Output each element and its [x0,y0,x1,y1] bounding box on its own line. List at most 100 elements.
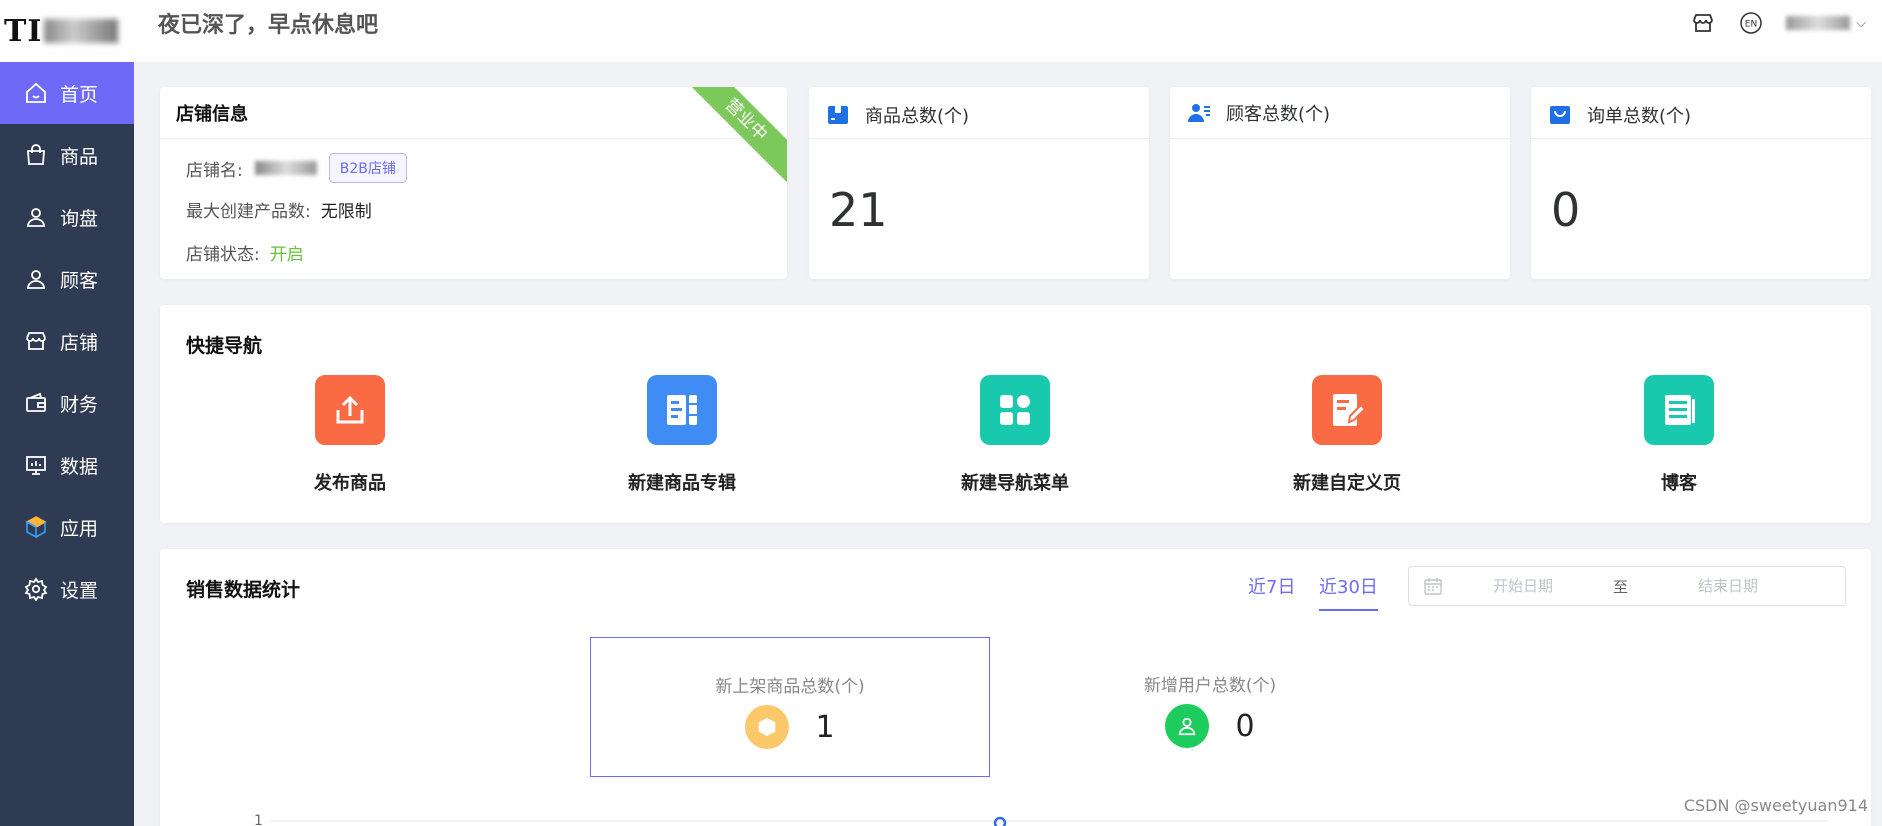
logo[interactable]: TI [0,0,134,62]
max-products-label: 最大创建产品数: [186,202,311,222]
grid-menu-icon [980,375,1050,445]
customers-total-card: 顾客总数(个) [1170,87,1510,279]
upload-icon [315,375,385,445]
store-icon[interactable] [1690,10,1716,36]
card-title: 商品总数(个) [865,105,970,127]
new-custom-page-button[interactable]: 新建自定义页 [1247,375,1447,495]
product-box-icon [825,102,851,128]
new-collection-button[interactable]: 新建商品专辑 [582,375,782,495]
max-products-row: 最大创建产品数: 无限制 [160,197,787,222]
sidebar-item-label: 询盘 [60,207,99,230]
inquiries-total-value: 0 [1551,183,1581,237]
sidebar-item-settings[interactable]: 设置 [0,558,134,620]
sidebar-item-label: 设置 [60,579,99,602]
sidebar-item-store[interactable]: 店铺 [0,310,134,372]
stat-value: 1 [815,709,835,745]
shopping-bag-icon [1547,102,1573,128]
sidebar-item-apps[interactable]: 应用 [0,496,134,558]
sidebar-item-label: 数据 [60,455,99,478]
store-name-row: 店铺名: B2B店铺 [160,153,787,183]
tab-last-7-days[interactable]: 近7日 [1248,573,1295,609]
new-nav-menu-button[interactable]: 新建导航菜单 [915,375,1115,495]
store-name-label: 店铺名: [186,160,243,181]
top-header: 夜已深了，早点休息吧 EN ⌵ [134,0,1882,62]
sidebar-item-products[interactable]: 商品 [0,124,134,186]
range-separator: 至 [1613,577,1629,596]
store-info-card: 店铺信息 营业中 店铺名: B2B店铺 最大创建产品数: 无限制 店铺状态: 开… [160,87,787,279]
store-icon [24,329,48,353]
box-icon [24,515,48,539]
blog-button[interactable]: 博客 [1579,375,1779,495]
sidebar-item-inquiry[interactable]: 询盘 [0,186,134,248]
wallet-icon [24,391,48,415]
store-type-badge: B2B店铺 [328,153,407,183]
store-status-label: 店铺状态: [186,245,260,265]
products-total-value: 21 [829,183,888,237]
watermark: CSDN @sweetyuan914 [1683,796,1868,815]
sidebar-item-label: 顾客 [60,269,99,292]
sidebar-item-label: 商品 [60,145,99,168]
date-range-picker[interactable]: 至 [1408,566,1846,606]
shopping-bag-icon [24,143,48,167]
sidebar-item-customers[interactable]: 顾客 [0,248,134,310]
blog-icon [1644,375,1714,445]
max-products-value: 无限制 [320,202,372,222]
stat-row: 1 [591,705,989,749]
data-point[interactable] [993,816,1007,826]
sidebar-item-label: 店铺 [60,331,99,354]
header-actions: EN ⌵ [1690,10,1866,36]
chevron-down-icon: ⌵ [1856,15,1866,31]
card-header: 商品总数(个) [809,87,1149,139]
section-title: 销售数据统计 [186,579,301,601]
store-status-value: 开启 [269,245,304,265]
inquiries-total-card: 询单总数(个) 0 [1531,87,1871,279]
stat-label: 新增用户总数(个) [1143,676,1277,696]
new-users-stat[interactable]: 新增用户总数(个) 0 [1010,637,1410,777]
customers-icon [1186,100,1212,126]
sidebar-item-finance[interactable]: 财务 [0,372,134,434]
quick-nav-label: 博客 [1661,473,1697,494]
card-title: 顾客总数(个) [1226,103,1331,125]
user-icon [1165,704,1210,748]
collection-icon [647,375,717,445]
card-title: 店铺信息 [160,87,787,139]
stat-value: 0 [1235,708,1255,744]
sales-stats-card: 销售数据统计 近7日 近30日 至 新上架商品总数(个) 1 新增用户总数(个)… [160,549,1871,826]
quick-nav-card: 快捷导航 发布商品 新建商品专辑 新建导航菜单 新建自定义页 博客 [160,305,1871,523]
cube-icon [745,705,790,749]
section-title: 快捷导航 [186,335,263,357]
new-products-stat[interactable]: 新上架商品总数(个) 1 [590,637,990,777]
sales-chart-axis: 1 [254,813,1828,826]
user-icon [24,267,48,291]
start-date-input[interactable] [1443,577,1603,595]
user-icon [24,205,48,229]
store-name-redacted [254,161,317,175]
card-title: 询单总数(个) [1587,105,1692,127]
logo-redacted [44,19,119,43]
quick-nav-label: 发布商品 [314,473,386,494]
gear-icon [24,577,48,601]
products-total-card: 商品总数(个) 21 [809,87,1149,279]
publish-product-button[interactable]: 发布商品 [250,375,450,495]
end-date-input[interactable] [1638,577,1819,595]
sidebar-item-data[interactable]: 数据 [0,434,134,496]
quick-nav-label: 新建商品专辑 [628,473,736,494]
sidebar: TI 首页 商品 询盘 顾客 店铺 财务 数据 应用 设置 [0,0,134,826]
stat-row: 0 [1010,704,1410,748]
sidebar-item-home[interactable]: 首页 [0,62,134,124]
greeting: 夜已深了，早点休息吧 [158,13,379,38]
logo-text: TI [4,13,43,49]
sidebar-item-label: 财务 [60,393,99,416]
edit-document-icon [1312,375,1382,445]
sidebar-item-label: 首页 [60,83,99,106]
quick-nav-label: 新建自定义页 [1293,473,1401,494]
store-status-row: 店铺状态: 开启 [160,240,787,265]
tab-last-30-days[interactable]: 近30日 [1319,573,1378,611]
stat-label: 新上架商品总数(个) [715,677,865,697]
card-header: 顾客总数(个) [1170,87,1510,139]
sidebar-item-label: 应用 [60,517,99,540]
language-icon[interactable]: EN [1738,10,1764,36]
y-axis-tick: 1 [254,813,263,826]
card-header: 询单总数(个) [1531,87,1871,139]
user-menu[interactable]: ⌵ [1786,16,1866,31]
